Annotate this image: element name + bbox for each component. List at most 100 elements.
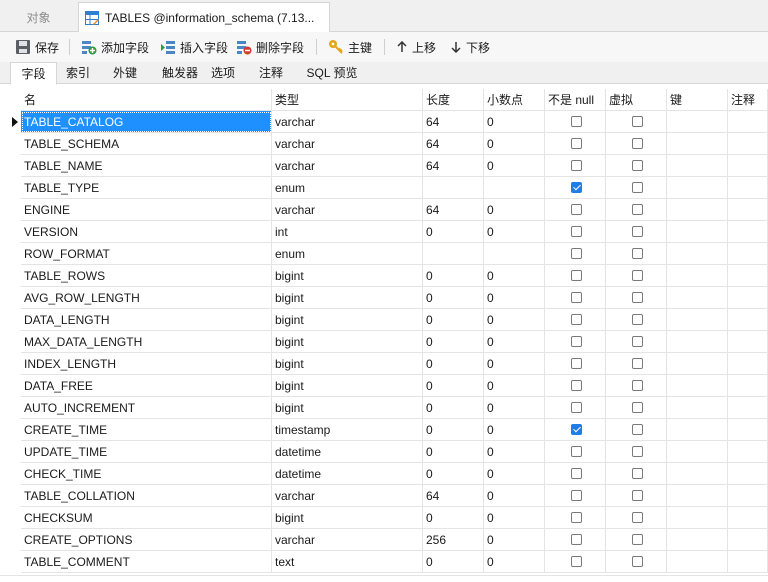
field-type-cell[interactable]: datetime	[272, 441, 423, 463]
column-header-comment[interactable]: 注释	[728, 89, 768, 111]
row-indicator[interactable]	[0, 463, 20, 485]
not-null-cell[interactable]	[545, 331, 606, 353]
virtual-cell[interactable]	[606, 199, 667, 221]
comment-cell[interactable]	[728, 441, 768, 463]
table-row[interactable]: TABLE_TYPE enum	[0, 177, 768, 199]
virtual-cell[interactable]	[606, 265, 667, 287]
virtual-checkbox[interactable]	[632, 424, 643, 435]
row-indicator[interactable]	[0, 155, 20, 177]
tab-sql-preview[interactable]: SQL 预览	[300, 62, 364, 84]
field-length-cell[interactable]	[423, 243, 484, 265]
tab-objects[interactable]: 对象	[0, 2, 77, 32]
field-type-cell[interactable]: varchar	[272, 199, 423, 221]
field-length-cell[interactable]: 0	[423, 221, 484, 243]
tab-fields[interactable]: 字段	[10, 62, 57, 85]
field-length-cell[interactable]: 0	[423, 265, 484, 287]
column-header-decimals[interactable]: 小数点	[484, 89, 545, 111]
virtual-cell[interactable]	[606, 507, 667, 529]
virtual-cell[interactable]	[606, 551, 667, 573]
field-length-cell[interactable]: 256	[423, 529, 484, 551]
key-cell[interactable]	[667, 375, 728, 397]
virtual-checkbox[interactable]	[632, 534, 643, 545]
field-decimals-cell[interactable]: 0	[484, 331, 545, 353]
field-decimals-cell[interactable]: 0	[484, 353, 545, 375]
virtual-checkbox[interactable]	[632, 468, 643, 479]
comment-cell[interactable]	[728, 133, 768, 155]
table-row[interactable]: AUTO_INCREMENT bigint 0 0	[0, 397, 768, 419]
not-null-cell[interactable]	[545, 111, 606, 133]
field-length-cell[interactable]: 0	[423, 507, 484, 529]
field-decimals-cell[interactable]: 0	[484, 463, 545, 485]
comment-cell[interactable]	[728, 353, 768, 375]
not-null-cell[interactable]	[545, 419, 606, 441]
field-type-cell[interactable]: datetime	[272, 463, 423, 485]
key-cell[interactable]	[667, 199, 728, 221]
field-name-cell[interactable]: AUTO_INCREMENT	[21, 397, 272, 419]
field-type-cell[interactable]: bigint	[272, 331, 423, 353]
key-cell[interactable]	[667, 265, 728, 287]
column-header-length[interactable]: 长度	[423, 89, 484, 111]
key-cell[interactable]	[667, 177, 728, 199]
field-decimals-cell[interactable]: 0	[484, 375, 545, 397]
row-indicator[interactable]	[0, 287, 20, 309]
field-decimals-cell[interactable]: 0	[484, 507, 545, 529]
field-decimals-cell[interactable]: 0	[484, 265, 545, 287]
field-type-cell[interactable]: bigint	[272, 507, 423, 529]
row-indicator[interactable]	[0, 221, 20, 243]
virtual-cell[interactable]	[606, 485, 667, 507]
field-decimals-cell[interactable]: 0	[484, 111, 545, 133]
virtual-cell[interactable]	[606, 529, 667, 551]
field-name-cell[interactable]: TABLE_CATALOG	[21, 111, 272, 133]
delete-field-button[interactable]: 删除字段	[236, 37, 304, 57]
field-name-cell[interactable]: DATA_LENGTH	[21, 309, 272, 331]
field-decimals-cell[interactable]: 0	[484, 529, 545, 551]
not-null-checkbox[interactable]	[571, 116, 582, 127]
comment-cell[interactable]	[728, 485, 768, 507]
field-length-cell[interactable]	[423, 177, 484, 199]
virtual-cell[interactable]	[606, 419, 667, 441]
key-cell[interactable]	[667, 243, 728, 265]
virtual-cell[interactable]	[606, 111, 667, 133]
not-null-cell[interactable]	[545, 375, 606, 397]
row-indicator[interactable]	[0, 331, 20, 353]
comment-cell[interactable]	[728, 111, 768, 133]
comment-cell[interactable]	[728, 221, 768, 243]
virtual-checkbox[interactable]	[632, 292, 643, 303]
virtual-checkbox[interactable]	[632, 160, 643, 171]
field-name-cell[interactable]: CREATE_OPTIONS	[21, 529, 272, 551]
virtual-checkbox[interactable]	[632, 380, 643, 391]
field-decimals-cell[interactable]: 0	[484, 221, 545, 243]
field-length-cell[interactable]: 64	[423, 133, 484, 155]
field-name-cell[interactable]: TABLE_COMMENT	[21, 551, 272, 573]
key-cell[interactable]	[667, 353, 728, 375]
tab-foreign-keys[interactable]: 外键	[104, 62, 146, 84]
virtual-checkbox[interactable]	[632, 116, 643, 127]
primary-key-button[interactable]: 主键	[328, 37, 372, 57]
comment-cell[interactable]	[728, 331, 768, 353]
key-cell[interactable]	[667, 221, 728, 243]
field-length-cell[interactable]: 0	[423, 375, 484, 397]
not-null-checkbox[interactable]	[571, 292, 582, 303]
not-null-checkbox[interactable]	[571, 226, 582, 237]
key-cell[interactable]	[667, 309, 728, 331]
field-type-cell[interactable]: varchar	[272, 485, 423, 507]
field-type-cell[interactable]: bigint	[272, 265, 423, 287]
field-type-cell[interactable]: varchar	[272, 529, 423, 551]
not-null-checkbox[interactable]	[571, 402, 582, 413]
key-cell[interactable]	[667, 419, 728, 441]
not-null-checkbox[interactable]	[571, 446, 582, 457]
not-null-cell[interactable]	[545, 551, 606, 573]
insert-field-button[interactable]: 插入字段	[160, 37, 228, 57]
key-cell[interactable]	[667, 155, 728, 177]
move-up-button[interactable]: 上移	[396, 37, 436, 57]
row-indicator[interactable]	[0, 551, 20, 573]
field-length-cell[interactable]: 64	[423, 485, 484, 507]
not-null-cell[interactable]	[545, 309, 606, 331]
row-indicator[interactable]	[0, 529, 20, 551]
column-header-key[interactable]: 键	[667, 89, 728, 111]
row-indicator[interactable]	[0, 353, 20, 375]
column-header-name[interactable]: 名	[21, 89, 272, 111]
field-decimals-cell[interactable]: 0	[484, 309, 545, 331]
field-name-cell[interactable]: TABLE_COLLATION	[21, 485, 272, 507]
field-name-cell[interactable]: TABLE_NAME	[21, 155, 272, 177]
